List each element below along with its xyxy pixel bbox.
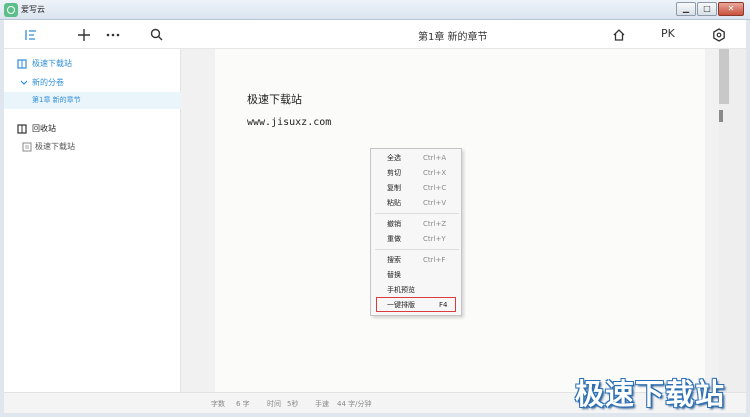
sidebar-recycle-label: 回收站 (32, 124, 56, 133)
sidebar-chapter-label: 第1章 新的章节 (32, 96, 81, 104)
menu-item-copy[interactable]: 复制 Ctrl+C (371, 181, 463, 196)
menu-item-label: 剪切 (387, 169, 401, 177)
sidebar-recycle[interactable]: 回收站 (4, 120, 181, 137)
time-value: 5秒 (287, 400, 299, 408)
book-icon (17, 59, 27, 69)
document-title[interactable]: 极速下载站 (247, 91, 302, 107)
menu-item-label: 手机预览 (387, 286, 415, 294)
menu-item-label: 撤销 (387, 220, 401, 228)
menu-item-shortcut: Ctrl+Y (423, 235, 446, 243)
word-count-value: 6 字 (236, 400, 250, 408)
menu-item-shortcut: Ctrl+X (423, 169, 447, 177)
menu-item-mobile-preview[interactable]: 手机预览 (371, 283, 463, 298)
minimize-icon: ▁ (682, 4, 690, 13)
scrollbar-thumb[interactable] (719, 49, 729, 104)
menu-item-replace[interactable]: 替换 (371, 268, 463, 283)
menu-separator (375, 213, 459, 214)
scroll-marker (719, 110, 723, 122)
word-count-label: 字数 (211, 400, 225, 408)
sidebar-chapter[interactable]: 第1章 新的章节 (4, 92, 181, 109)
more-icon[interactable] (101, 20, 125, 49)
menu-item-shortcut: Ctrl+A (423, 154, 447, 162)
document-body[interactable]: www.jisuxz.com (247, 117, 331, 128)
sidebar-recycle-item-label: 极速下载站 (35, 142, 75, 151)
document-icon (22, 142, 32, 152)
close-button[interactable]: ✕ (718, 2, 744, 16)
right-gutter (705, 49, 719, 392)
menu-item-shortcut: Ctrl+F (423, 256, 446, 264)
close-icon: ✕ (727, 4, 735, 13)
sidebar-volume-label: 新的分卷 (32, 78, 64, 87)
chapter-title: 第1章 新的章节 (418, 32, 488, 43)
app-logo-icon (4, 3, 18, 17)
sidebar-book-label: 极速下载站 (32, 59, 72, 68)
window-title: 爱写云 (21, 5, 45, 14)
settings-icon[interactable] (707, 20, 731, 49)
menu-item-label: 复制 (387, 184, 401, 192)
menu-separator (375, 249, 459, 250)
chevron-down-icon (20, 80, 28, 85)
menu-item-one-click-format[interactable]: 一键排版 F4 (376, 297, 456, 312)
context-menu: 全选 Ctrl+A 剪切 Ctrl+X 复制 Ctrl+C 粘贴 Ctrl+V 撤销 Ct… (370, 148, 462, 316)
minimize-button[interactable]: ▁ (676, 2, 696, 16)
menu-item-shortcut: F4 (439, 301, 448, 309)
menu-item-redo[interactable]: 重做 Ctrl+Y (371, 232, 463, 247)
menu-item-label: 重做 (387, 235, 401, 243)
home-icon[interactable] (607, 20, 631, 49)
search-icon[interactable] (144, 20, 168, 49)
menu-item-label: 一键排版 (387, 301, 415, 309)
menu-item-cut[interactable]: 剪切 Ctrl+X (371, 166, 463, 181)
recycle-bin-icon (17, 124, 27, 134)
sidebar-volume[interactable]: 新的分卷 (4, 74, 181, 91)
pk-button[interactable]: PK (661, 27, 675, 40)
menu-item-undo[interactable]: 撤销 Ctrl+Z (371, 217, 463, 232)
maximize-button[interactable]: □ (697, 2, 717, 16)
menu-item-label: 全选 (387, 154, 401, 162)
menu-item-paste[interactable]: 粘贴 Ctrl+V (371, 196, 463, 211)
scrollbar[interactable] (719, 49, 746, 392)
watermark-logo: 极速下载站 (575, 377, 726, 411)
menu-item-search[interactable]: 搜索 Ctrl+F (371, 253, 463, 268)
menu-item-shortcut: Ctrl+C (423, 184, 447, 192)
outline-icon[interactable] (19, 20, 43, 49)
sidebar: 极速下载站 新的分卷 第1章 新的章节 回收站 极速下载站 (4, 49, 181, 392)
sidebar-book[interactable]: 极速下载站 (4, 55, 181, 72)
menu-item-shortcut: Ctrl+V (423, 199, 447, 207)
toolbar: 第1章 新的章节 PK (4, 20, 746, 49)
menu-item-select-all[interactable]: 全选 Ctrl+A (371, 151, 463, 166)
speed-label: 手速 (315, 400, 329, 408)
add-icon[interactable] (72, 20, 96, 49)
menu-item-label: 搜索 (387, 256, 401, 264)
window-titlebar: 爱写云 ▁ □ ✕ (0, 0, 750, 20)
menu-item-label: 替换 (387, 271, 401, 279)
menu-item-shortcut: Ctrl+Z (423, 220, 447, 228)
time-label: 时间 (267, 400, 281, 408)
sidebar-recycle-item[interactable]: 极速下载站 (4, 138, 181, 155)
left-gutter (181, 49, 215, 392)
menu-item-label: 粘贴 (387, 199, 401, 207)
window-controls: ▁ □ ✕ (675, 2, 744, 16)
maximize-icon: □ (703, 4, 711, 13)
speed-value: 44 字/分钟 (337, 400, 372, 408)
